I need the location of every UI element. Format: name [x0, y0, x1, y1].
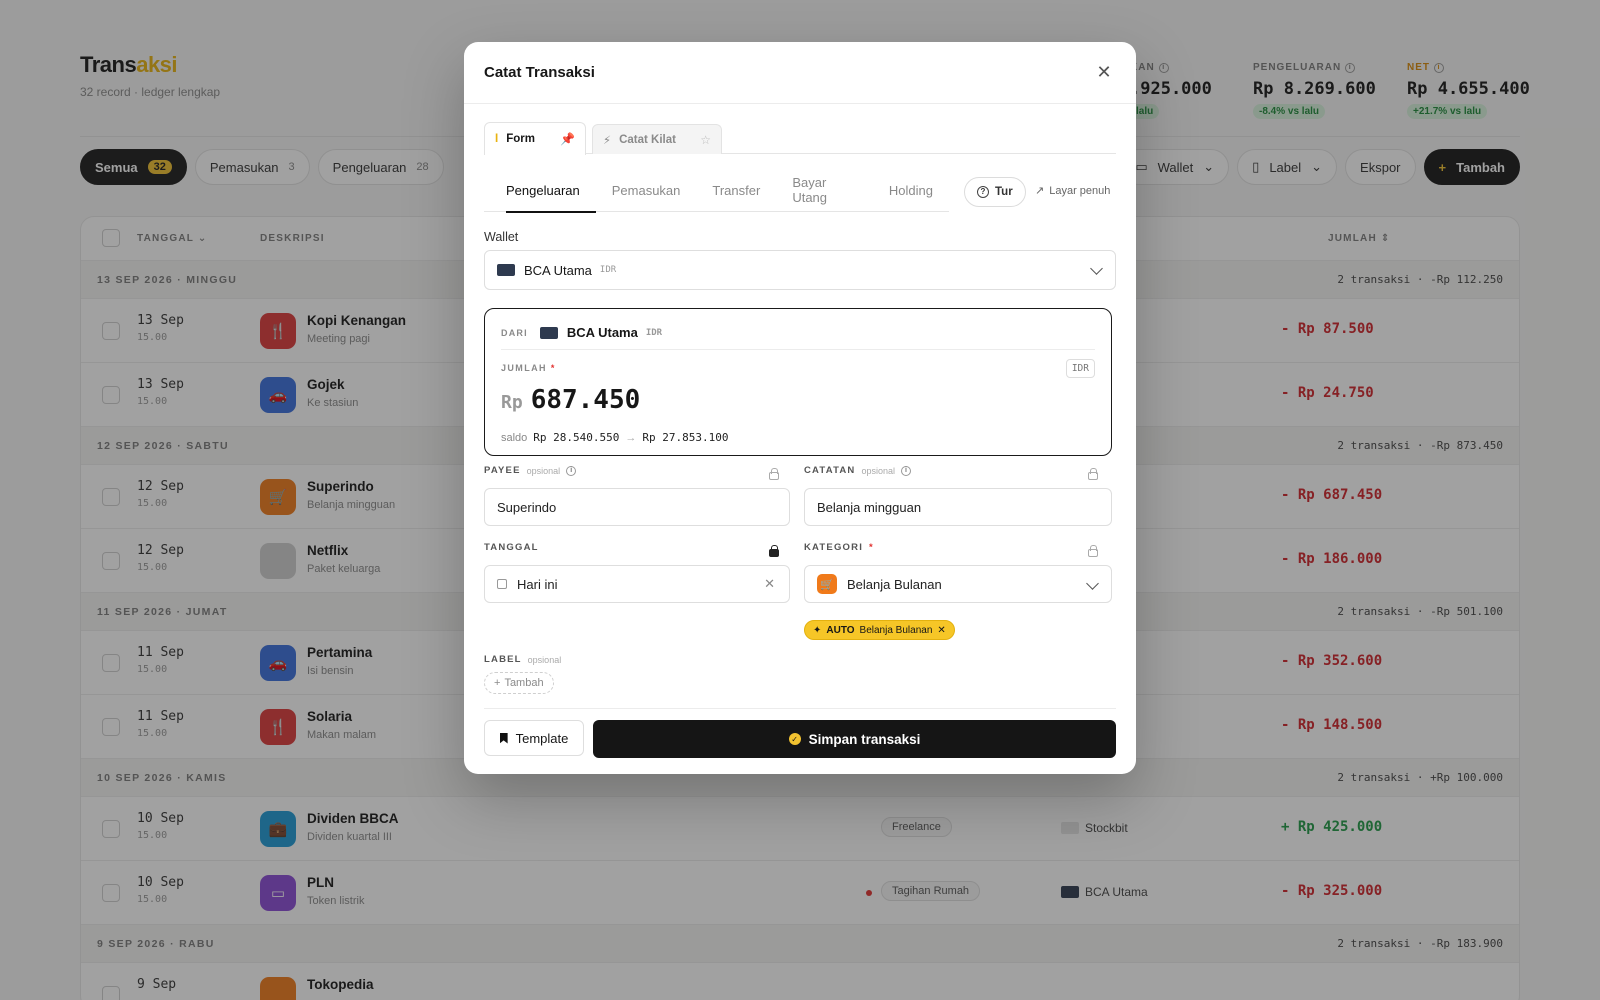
note-label: CATATAN opsional i — [804, 465, 912, 476]
pin-icon[interactable]: 📌 — [560, 132, 575, 146]
tab-quick-entry[interactable]: ⚡ Catat Kilat ☆ — [592, 124, 722, 154]
plus-icon: + — [494, 677, 501, 689]
payee-label: PAYEE opsional i — [484, 465, 577, 476]
date-label: TANGGAL — [484, 542, 539, 553]
template-button[interactable]: Template — [484, 720, 584, 756]
check-icon: ✓ — [788, 733, 801, 745]
wallet-select[interactable]: BCA Utama IDR — [484, 250, 1116, 290]
tab-income[interactable]: Pemasukan — [596, 168, 697, 212]
modal-header: Catat Transaksi ✕ — [464, 42, 1136, 104]
save-transaction-button[interactable]: ✓ Simpan transaksi — [593, 720, 1116, 758]
amount-box: DARI BCA Utama IDR JUMLAH * IDR Rp 687.4… — [484, 308, 1112, 456]
question-icon: ? — [977, 186, 989, 198]
tour-button[interactable]: ? Tur — [964, 177, 1026, 207]
close-icon[interactable]: ✕ — [1092, 61, 1116, 85]
amount-label: JUMLAH * — [501, 363, 556, 373]
payee-input[interactable]: Superindo — [484, 488, 790, 526]
tab-expense[interactable]: Pengeluaran — [484, 168, 596, 213]
date-input[interactable]: Hari ini ✕ — [484, 565, 790, 603]
category-select[interactable]: 🛒 Belanja Bulanan — [804, 565, 1112, 603]
label-field-label: LABEL opsional — [484, 654, 562, 665]
chevron-down-icon — [1090, 262, 1103, 275]
modal-title: Catat Transaksi — [484, 64, 595, 81]
lock-open-icon[interactable] — [769, 468, 779, 480]
auto-category-chip: ✦ AUTO Belanja Bulanan ✕ — [804, 620, 955, 640]
bookmark-icon — [499, 732, 508, 744]
lock-open-icon[interactable] — [1088, 545, 1098, 557]
note-input[interactable]: Belanja mingguan — [804, 488, 1112, 526]
record-transaction-modal: Catat Transaksi ✕ I Form 📌 ⚡ Catat Kilat… — [464, 42, 1136, 774]
cart-icon: 🛒 — [817, 574, 837, 594]
footer-divider — [484, 708, 1116, 709]
info-icon: i — [566, 465, 577, 476]
card-icon — [497, 264, 515, 276]
lightning-icon: ⚡ — [603, 134, 612, 147]
mode-tabs: I Form 📌 ⚡ Catat Kilat ☆ — [484, 122, 1116, 155]
chevron-down-icon — [1086, 577, 1099, 590]
wallet-label: Wallet — [484, 230, 519, 244]
calendar-icon — [497, 579, 507, 589]
info-icon: i — [901, 465, 912, 476]
tab-form[interactable]: I Form 📌 — [484, 122, 586, 155]
external-link-icon: ↗ — [1035, 185, 1045, 197]
sparkle-icon: ✦ — [813, 624, 822, 636]
from-wallet: DARI BCA Utama IDR — [501, 325, 663, 340]
clear-icon[interactable]: ✕ — [764, 576, 775, 592]
tab-transfer[interactable]: Transfer — [696, 168, 776, 212]
amount-input[interactable]: Rp 687.450 — [501, 385, 640, 415]
lock-closed-icon[interactable] — [769, 545, 779, 557]
category-label: KATEGORI * — [804, 542, 874, 553]
lock-open-icon[interactable] — [1088, 468, 1098, 480]
add-label-button[interactable]: + Tambah — [484, 672, 554, 694]
fullscreen-button[interactable]: ↗ Layar penuh — [1035, 184, 1110, 198]
tab-pay-debt[interactable]: Bayar Utang — [776, 168, 873, 212]
transaction-type-tabs: Pengeluaran Pemasukan Transfer Bayar Uta… — [484, 168, 949, 213]
remove-icon[interactable]: ✕ — [937, 625, 945, 636]
divider — [501, 349, 1095, 350]
pin-outline-icon[interactable]: ☆ — [700, 133, 711, 147]
card-icon — [539, 326, 558, 339]
tab-holding[interactable]: Holding — [873, 168, 949, 212]
balance-preview: saldo Rp 28.540.550 → Rp 27.853.100 — [501, 431, 729, 444]
currency-badge[interactable]: IDR — [1065, 359, 1095, 378]
cursor-icon: I — [495, 133, 499, 145]
